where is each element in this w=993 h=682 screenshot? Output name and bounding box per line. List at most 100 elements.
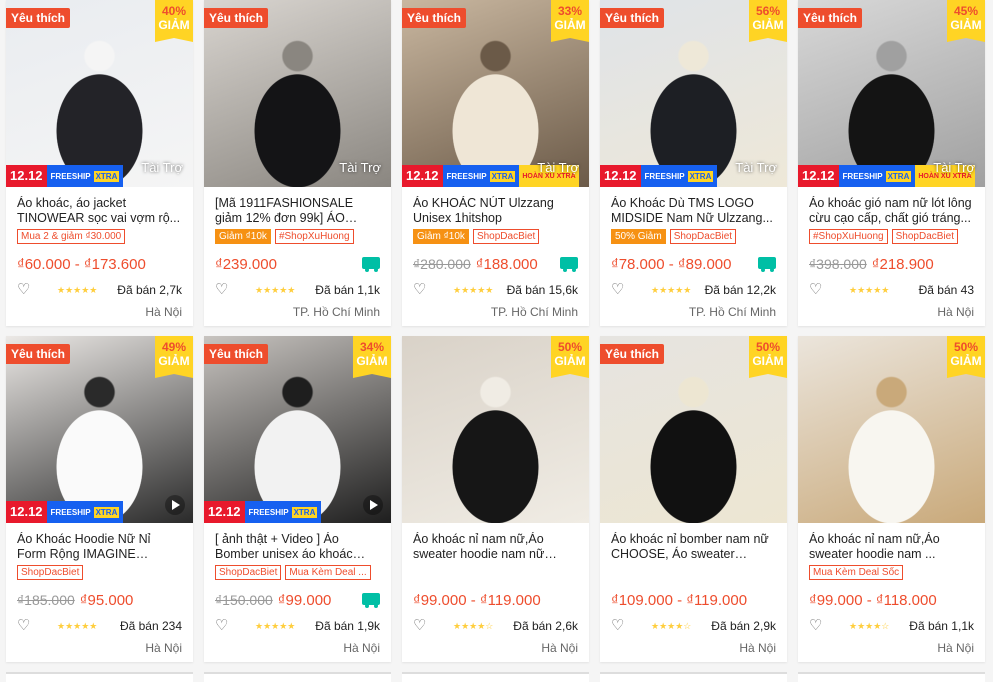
- product-card[interactable]: Yêu thích 45% GIẢM 12.12 FREESHIP XTRA HOÀN XU…: [798, 0, 985, 326]
- promo-banner: 12.12 FREESHIP XTRA: [600, 165, 718, 187]
- product-info: Áo khoác nỉ nam nữ,Áo sweater hoodie nam…: [402, 523, 589, 657]
- product-grid: Yêu thích 40% GIẢM 12.12 FREESHIP XTRA Tài Trợ…: [6, 0, 985, 662]
- rating-stars: ★★★★☆: [849, 620, 890, 631]
- favorite-badge: Yêu thích: [6, 8, 71, 28]
- product-card[interactable]: 50% GIẢM Áo khoác nỉ nam nữ,Áo sweater hoo…: [402, 336, 589, 662]
- shop-location: Hà Nội: [145, 305, 182, 319]
- product-info: Áo Khoác Hoodie Nữ Nỉ Form Rộng IMAGINE …: [6, 523, 193, 657]
- product-info: [Mã 1911FASHIONSALE giảm 12% đơn 99k] ÁO…: [204, 187, 391, 321]
- product-card[interactable]: Yêu thích 50% GIẢM Áo khoác nỉ bomber nam n…: [600, 336, 787, 662]
- discount-percent: 50%: [755, 340, 781, 354]
- price-row: ₫150.000 ₫99.000: [215, 591, 380, 609]
- heart-icon[interactable]: ♡: [611, 282, 629, 298]
- shop-location: Hà Nội: [937, 305, 974, 319]
- product-card[interactable]: 50% GIẢM Áo khoác nỉ nam nữ,Áo sweater hoo…: [798, 336, 985, 662]
- favorite-badge: Yêu thích: [402, 8, 467, 28]
- meta-row: ♡ ★★★★★ Đã bán 234: [17, 617, 182, 635]
- product-name[interactable]: Áo KHOÁC NÚT Ulzzang Unisex 1hitshop: [413, 196, 578, 226]
- product-tag: #ShopXuHuong: [809, 229, 888, 244]
- freeship-label: FREESHIP XTRA: [46, 501, 124, 523]
- product-info: Áo khoác, áo jacket TINOWEAR sọc vai vợm…: [6, 187, 193, 321]
- discount-word: GIẢM: [950, 18, 982, 32]
- heart-icon[interactable]: ♡: [17, 618, 35, 634]
- shop-location: Hà Nội: [739, 641, 776, 655]
- product-card[interactable]: Yêu thích 33% GIẢM 12.12 FREESHIP XTRA HOÀN XU…: [402, 0, 589, 326]
- product-image[interactable]: Yêu thích 45% GIẢM 12.12 FREESHIP XTRA HOÀN XU…: [798, 0, 985, 187]
- product-name[interactable]: Áo Khoác Dù TMS LOGO MIDSIDE Nam Nữ Ulzz…: [611, 196, 776, 226]
- xtra-text: XTRA: [687, 170, 714, 182]
- sponsored-label: Tài Trợ: [735, 160, 777, 175]
- meta-row: ♡ ★★★★☆ Đã bán 2,6k: [413, 617, 578, 635]
- xtra-text: XTRA: [885, 170, 912, 182]
- rating-stars: ★★★★☆: [453, 620, 494, 631]
- product-image[interactable]: Yêu thích 49% GIẢM 12.12 FREESHIP XTRA: [6, 336, 193, 523]
- product-image[interactable]: 50% GIẢM: [798, 336, 985, 523]
- product-info: Áo khoác gió nam nữ lót lông cừu cạo cấp…: [798, 187, 985, 321]
- play-video-icon[interactable]: [363, 495, 383, 515]
- product-image[interactable]: Yêu thích 33% GIẢM 12.12 FREESHIP XTRA HOÀN XU…: [402, 0, 589, 187]
- promo-1212: 12.12: [6, 501, 47, 523]
- freeship-label: FREESHIP XTRA: [838, 165, 916, 187]
- heart-icon[interactable]: ♡: [413, 282, 431, 298]
- sale-price: ₫78.000 - ₫89.000: [611, 255, 732, 273]
- heart-icon[interactable]: ♡: [17, 282, 35, 298]
- shop-location: Hà Nội: [541, 641, 578, 655]
- discount-word: GIẢM: [752, 18, 784, 32]
- heart-icon[interactable]: ♡: [809, 282, 827, 298]
- shop-location: Hà Nội: [145, 641, 182, 655]
- product-image[interactable]: Yêu thích 56% GIẢM 12.12 FREESHIP XTRA Tài Trợ: [600, 0, 787, 187]
- discount-word: GIẢM: [554, 354, 586, 368]
- shop-location: TP. Hồ Chí Minh: [688, 305, 776, 319]
- shop-location: TP. Hồ Chí Minh: [292, 305, 380, 319]
- price-row: ₫185.000 ₫95.000: [17, 591, 182, 609]
- product-tags: [611, 565, 776, 581]
- product-name[interactable]: Áo khoác nỉ bomber nam nữ CHOOSE, Áo swe…: [611, 532, 776, 562]
- sold-count: Đã bán 1,1k: [909, 619, 974, 633]
- product-card[interactable]: Yêu thích 40% GIẢM 12.12 FREESHIP XTRA Tài Trợ…: [6, 0, 193, 326]
- product-info: [ ảnh thật + Video ] Áo Bomber unisex áo…: [204, 523, 391, 657]
- heart-icon[interactable]: ♡: [809, 618, 827, 634]
- product-name[interactable]: Áo Khoác Hoodie Nữ Nỉ Form Rộng IMAGINE …: [17, 532, 182, 562]
- product-tag: Giảm ₫10k: [215, 229, 271, 244]
- product-tags: Mua 2 & giảm ₫30.000: [17, 229, 182, 245]
- product-card[interactable]: Yêu thích 34% GIẢM 12.12 FREESHIP XTRA [ ảnh t…: [204, 336, 391, 662]
- product-card[interactable]: Yêu thích Tài Trợ [Mã 1911FASHIONSALE giảm…: [204, 0, 391, 326]
- rating-stars: ★★★★★: [57, 620, 98, 631]
- xtra-text: XTRA: [489, 170, 516, 182]
- sponsored-label: Tài Trợ: [537, 160, 579, 175]
- product-name[interactable]: [Mã 1911FASHIONSALE giảm 12% đơn 99k] ÁO…: [215, 196, 380, 226]
- product-image[interactable]: 50% GIẢM: [402, 336, 589, 523]
- discount-percent: 50%: [557, 340, 583, 354]
- sold-count: Đã bán 2,7k: [117, 283, 182, 297]
- shop-location: Hà Nội: [343, 641, 380, 655]
- product-name[interactable]: Áo khoác nỉ nam nữ,Áo sweater hoodie nam…: [809, 532, 974, 562]
- product-name[interactable]: Áo khoác nỉ nam nữ,Áo sweater hoodie nam…: [413, 532, 578, 562]
- discount-badge: 50% GIẢM: [551, 336, 589, 378]
- product-image[interactable]: Yêu thích 40% GIẢM 12.12 FREESHIP XTRA Tài Trợ: [6, 0, 193, 187]
- heart-icon[interactable]: ♡: [611, 618, 629, 634]
- product-tags: Giảm ₫10k ShopDacBiet: [413, 229, 578, 245]
- heart-icon[interactable]: ♡: [413, 618, 431, 634]
- product-name[interactable]: Áo khoác gió nam nữ lót lông cừu cạo cấp…: [809, 196, 974, 226]
- heart-icon[interactable]: ♡: [215, 618, 233, 634]
- play-video-icon[interactable]: [165, 495, 185, 515]
- freeship-text: FREESHIP: [446, 171, 487, 181]
- product-image[interactable]: Yêu thích Tài Trợ: [204, 0, 391, 187]
- product-image[interactable]: Yêu thích 34% GIẢM 12.12 FREESHIP XTRA: [204, 336, 391, 523]
- product-card[interactable]: Yêu thích 49% GIẢM 12.12 FREESHIP XTRA Áo Khoá…: [6, 336, 193, 662]
- product-card[interactable]: Yêu thích 56% GIẢM 12.12 FREESHIP XTRA Tài Trợ…: [600, 0, 787, 326]
- product-tag: Mua 2 & giảm ₫30.000: [17, 229, 126, 244]
- product-name[interactable]: Áo khoác, áo jacket TINOWEAR sọc vai vợm…: [17, 196, 182, 226]
- product-tags: [413, 565, 578, 581]
- product-tags: Mua Kèm Deal Sốc: [809, 565, 974, 581]
- product-image[interactable]: Yêu thích 50% GIẢM: [600, 336, 787, 523]
- discount-word: GIẢM: [752, 354, 784, 368]
- meta-row: ♡ ★★★★☆ Đã bán 2,9k: [611, 617, 776, 635]
- discount-percent: 56%: [755, 4, 781, 18]
- product-info: Áo KHOÁC NÚT Ulzzang Unisex 1hitshop Giảm…: [402, 187, 589, 321]
- heart-icon[interactable]: ♡: [215, 282, 233, 298]
- rating-stars: ★★★★★: [255, 284, 296, 295]
- product-name[interactable]: [ ảnh thật + Video ] Áo Bomber unisex áo…: [215, 532, 380, 562]
- product-tags: 50% Giảm ShopDacBiet: [611, 229, 776, 245]
- discount-word: GIẢM: [356, 354, 388, 368]
